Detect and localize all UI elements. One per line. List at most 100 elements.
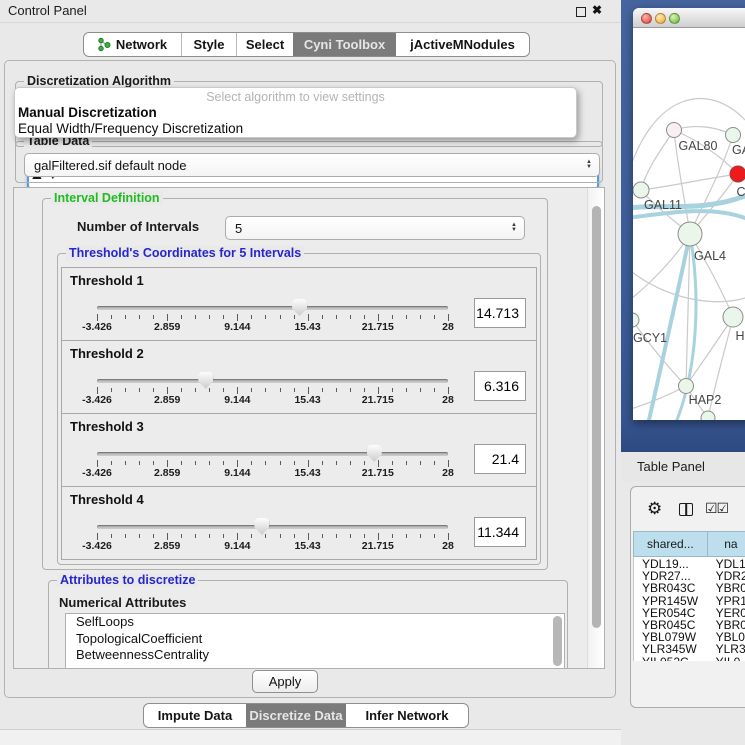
network-node[interactable] [633,182,649,198]
table-cell[interactable]: YDR2 [708,569,745,581]
gear-icon[interactable]: ⚙ [647,500,662,517]
scale-label: -3.426 [82,321,112,333]
network-window[interactable]: GAL80GACGAL11GAL4GCY1HHAP2 [633,8,745,420]
slider-track[interactable] [97,452,448,456]
network-node[interactable] [679,379,694,394]
tab-style[interactable]: Style [181,33,236,56]
network-node[interactable] [667,123,682,138]
scale-label: 21.715 [362,321,394,333]
table-cell[interactable]: YLR3 [708,642,745,654]
scale-label: 28 [442,321,454,333]
table-toolbar: ⚙ ☑☑ [631,487,745,531]
threshold-value-field[interactable]: 11.344 [474,517,526,547]
attributes-group-title: Attributes to discretize [57,573,198,587]
network-node[interactable] [730,166,745,182]
node-label: GAL80 [679,139,718,153]
table-cell[interactable]: YIL052C [634,655,708,662]
table-cell[interactable]: YDL19... [634,557,708,569]
table-cell[interactable]: YBR043C [634,581,708,593]
threshold-panel-1: Threshold 1-3.4262.8599.14415.4321.71528… [61,267,537,341]
network-canvas[interactable]: GAL80GACGAL11GAL4GCY1HHAP2 [633,28,745,420]
tab-label: Network [116,37,167,52]
scale-label: 2.859 [154,321,180,333]
slider-scale-labels: -3.4262.8599.14415.4321.71528 [97,540,448,552]
network-node[interactable] [723,307,743,327]
network-edge-highlighted [633,211,745,218]
apply-button[interactable]: Apply [252,670,318,693]
slider-track[interactable] [97,379,448,383]
table-cell[interactable]: YBR045C [634,618,708,630]
minimize-traffic-light-icon[interactable] [655,13,666,24]
table-row[interactable]: YLR345WYLR3 [634,642,745,654]
network-node[interactable] [701,411,715,420]
bottom-tab-discretize-data[interactable]: Discretize Data [246,704,346,727]
node-label: C [736,185,745,199]
dropdown-item-equal-width-frequency[interactable]: Equal Width/Frequency Discretization [18,121,243,136]
table-cell[interactable]: YPR1 [708,594,745,606]
tab-jactivemnodules[interactable]: jActiveMNodules [396,33,529,56]
dropdown-prompt[interactable]: Select algorithm to view settings [15,90,576,104]
network-window-titlebar[interactable] [633,8,745,28]
attribute-item[interactable]: SelfLoops [66,614,564,631]
table-panel: ⚙ ☑☑ shared...na YDL19...YDL1YDR27...YDR… [630,486,745,708]
table-cell[interactable]: YDR27... [634,569,708,581]
network-node[interactable] [726,128,741,143]
network-node[interactable] [678,222,702,246]
tab-cyni-toolbox[interactable]: Cyni Toolbox [293,33,396,56]
scale-label: 15.43 [294,321,320,333]
settings-scrollpane: Interval Definition Number of Intervals … [13,187,605,669]
table-row[interactable]: YBR043CYBR0 [634,581,745,593]
scale-label: 9.144 [224,394,250,406]
slider-track[interactable] [97,306,448,310]
table-cell[interactable]: YBL0 [708,630,745,642]
table-cell[interactable]: YBL079W [634,630,708,642]
threshold-value-field[interactable]: 14.713 [474,298,526,328]
tab-network[interactable]: Network [84,33,181,56]
attribute-item[interactable]: TopologicalCoefficient [66,631,564,648]
table-cell[interactable]: YDL1 [708,557,745,569]
table-data-combobox[interactable]: galFiltered.sif default node ▲▼ [24,153,600,177]
table-row[interactable]: YDR27...YDR2 [634,569,745,581]
column-header-1[interactable]: na [708,531,745,557]
table-cell[interactable]: YER054C [634,606,708,618]
attributes-list-scrollbar[interactable] [553,616,562,666]
scale-label: 9.144 [224,467,250,479]
table-cell[interactable]: YBR0 [708,618,745,630]
close-icon[interactable]: ✖ [592,3,602,17]
threshold-label: Threshold 2 [70,346,144,361]
table-row[interactable]: YIL052CYIL0 [634,655,745,662]
node-label: H [735,329,744,343]
vertical-scrollbar-thumb[interactable] [592,206,601,628]
table-cell[interactable]: YER0 [708,606,745,618]
table-cell[interactable]: YIL0 [708,655,745,662]
close-traffic-light-icon[interactable] [641,13,652,24]
table-data-group: Table Data galFiltered.sif default node … [15,141,603,183]
table-cell[interactable]: YPR145W [634,594,708,606]
checkbox-icons[interactable]: ☑☑ [705,500,728,517]
network-node[interactable] [633,313,639,327]
table-row[interactable]: YER054CYER0 [634,606,745,618]
table-cell[interactable]: YLR345W [634,642,708,654]
bottom-tab-impute-data[interactable]: Impute Data [144,704,246,727]
table-row[interactable]: YBL079WYBL0 [634,630,745,642]
table-row[interactable]: YPR145WYPR1 [634,594,745,606]
threshold-value-field[interactable]: 21.4 [474,444,526,474]
number-of-intervals-combobox[interactable]: 5 ▲▼ [225,216,525,240]
zoom-traffic-light-icon[interactable] [669,13,680,24]
table-row[interactable]: YDL19...YDL1 [634,557,745,569]
columns-icon[interactable] [679,503,693,516]
slider-track[interactable] [97,525,448,529]
dropdown-item-manual-discretization[interactable]: Manual Discretization [18,105,157,120]
attributes-list[interactable]: SelfLoopsTopologicalCoefficientBetweenne… [65,613,565,669]
table-rows: YDL19...YDL1YDR27...YDR2YBR043CYBR0YPR14… [633,557,745,661]
float-window-icon[interactable] [576,7,586,17]
threshold-value-field[interactable]: 6.316 [474,371,526,401]
tab-label: Style [193,37,224,52]
tab-select[interactable]: Select [236,33,293,56]
attribute-item[interactable]: BetweennessCentrality [66,647,564,664]
table-row[interactable]: YBR045CYBR0 [634,618,745,630]
table-cell[interactable]: YBR0 [708,581,745,593]
bottom-tab-infer-network[interactable]: Infer Network [346,704,468,727]
vertical-scrollbar-track[interactable] [587,188,604,668]
column-header-0[interactable]: shared... [633,531,708,557]
